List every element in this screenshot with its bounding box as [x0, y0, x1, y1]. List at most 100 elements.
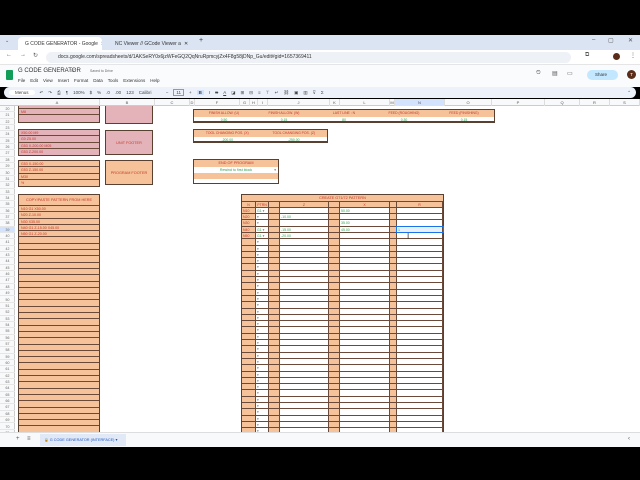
tab-search-icon[interactable]: ⌄ — [5, 38, 9, 44]
ptrn-dropdown[interactable]: ▾ — [256, 283, 269, 289]
r-cell[interactable] — [397, 270, 443, 277]
star-icon[interactable]: ☆ — [70, 67, 75, 74]
column-header-g[interactable]: G — [240, 99, 250, 106]
r-cell[interactable] — [397, 220, 443, 226]
z-cell[interactable] — [280, 377, 329, 384]
x-cell[interactable] — [340, 283, 390, 289]
r-cell[interactable] — [397, 403, 443, 409]
z-cell[interactable] — [280, 358, 329, 365]
x-cell[interactable] — [340, 239, 390, 245]
ptrn-dropdown[interactable]: ▾ — [256, 371, 269, 377]
z-cell[interactable] — [280, 352, 329, 358]
all-sheets-icon[interactable]: ≡ — [27, 436, 31, 442]
x-cell[interactable] — [340, 403, 390, 409]
r-cell[interactable] — [397, 295, 443, 302]
r-cell[interactable] — [397, 214, 443, 220]
browser-tab-sheets[interactable]: G CODE GENERATOR - Google✕ — [18, 37, 102, 50]
cell[interactable] — [19, 115, 99, 121]
r-cell[interactable] — [397, 302, 443, 308]
r-cell[interactable] — [397, 396, 443, 402]
z-cell[interactable] — [280, 220, 329, 226]
menu-help[interactable]: Help — [150, 78, 159, 83]
z-cell[interactable]: -10.00 — [280, 214, 329, 220]
menu-insert[interactable]: Insert — [58, 78, 69, 83]
x-cell[interactable] — [340, 384, 390, 390]
x-cell[interactable] — [340, 258, 390, 264]
menu-view[interactable]: View — [43, 78, 53, 83]
ptrn-dropdown[interactable]: ▾ — [256, 277, 269, 283]
z-cell[interactable]: -20.00 — [280, 232, 329, 239]
ptrn-dropdown[interactable]: ▾ — [256, 295, 269, 302]
ptrn-dropdown[interactable]: ▾ — [256, 220, 269, 226]
font-select[interactable]: Calibri — [139, 90, 161, 95]
borders-icon[interactable]: ⊞ — [240, 90, 244, 96]
x-cell[interactable] — [340, 270, 390, 277]
column-header-c[interactable]: C — [155, 99, 190, 106]
ptrn-dropdown[interactable]: ▾ — [256, 409, 269, 415]
x-cell[interactable] — [340, 340, 390, 346]
font-size-input[interactable]: 11 — [173, 89, 185, 96]
x-cell[interactable] — [340, 214, 390, 220]
r-cell[interactable] — [397, 283, 443, 289]
x-cell[interactable]: 35.00 — [340, 220, 390, 226]
ptrn-dropdown[interactable]: ▾ — [256, 264, 269, 270]
text-color-button[interactable]: A — [223, 90, 226, 95]
x-cell[interactable] — [340, 308, 390, 314]
chart-icon[interactable]: ▥ — [303, 90, 307, 96]
align-icon[interactable]: ≡ — [258, 90, 261, 95]
ptrn-dropdown[interactable]: ▾ — [256, 403, 269, 409]
collapse-toolbar-icon[interactable]: ⌃ — [627, 90, 631, 96]
x-cell[interactable] — [340, 352, 390, 358]
z-cell[interactable] — [280, 314, 329, 321]
x-cell[interactable] — [340, 365, 390, 371]
fill-color-icon[interactable]: ◪ — [231, 90, 235, 96]
param-value[interactable]: -250.00 — [261, 137, 328, 143]
r-cell[interactable] — [397, 232, 443, 239]
x-cell[interactable] — [340, 251, 390, 258]
ptrn-dropdown[interactable]: ▾ — [256, 377, 269, 384]
param-value[interactable]: 80 — [314, 117, 374, 123]
column-header-k[interactable]: K — [330, 99, 340, 106]
forward-icon[interactable]: → — [20, 52, 26, 58]
r-cell[interactable] — [397, 333, 443, 340]
r-cell[interactable] — [397, 207, 443, 214]
x-cell[interactable] — [340, 289, 390, 295]
x-cell[interactable] — [340, 377, 390, 384]
r-cell[interactable] — [397, 258, 443, 264]
z-cell[interactable] — [280, 421, 329, 428]
param-value[interactable]: 0.30 — [374, 117, 434, 123]
column-header-a[interactable]: A — [15, 99, 100, 106]
ptrn-dropdown[interactable]: ▾ — [256, 346, 269, 352]
print-icon[interactable]: ⎙ — [57, 90, 61, 95]
z-cell[interactable] — [280, 365, 329, 371]
z-cell[interactable] — [280, 270, 329, 277]
minimize-icon[interactable]: – — [592, 37, 595, 43]
cell[interactable]: % — [19, 180, 99, 186]
r-cell[interactable] — [397, 245, 443, 251]
r-cell[interactable] — [397, 327, 443, 333]
ptrn-dropdown[interactable]: ▾ — [256, 358, 269, 365]
extensions-icon[interactable]: ⧉ — [585, 52, 589, 59]
add-sheet-icon[interactable]: + — [16, 436, 20, 442]
r-cell[interactable] — [397, 365, 443, 371]
ptrn-dropdown[interactable]: ▾ — [256, 421, 269, 428]
browser-tab-ncviewer[interactable]: NC Viewer // GCode Viewer a ✕ — [108, 37, 192, 50]
r-cell[interactable] — [397, 264, 443, 270]
x-cell[interactable] — [340, 358, 390, 365]
x-cell[interactable] — [340, 295, 390, 302]
ptrn-dropdown[interactable]: ▾ — [256, 302, 269, 308]
zoom-select[interactable]: 100% — [73, 90, 85, 95]
param-value[interactable]: 0.50 — [194, 117, 254, 123]
r-cell[interactable]: 1 — [396, 225, 444, 234]
sheets-logo[interactable] — [6, 70, 13, 80]
z-cell[interactable] — [280, 239, 329, 245]
z-cell[interactable] — [280, 264, 329, 270]
x-cell[interactable] — [340, 327, 390, 333]
z-cell[interactable] — [280, 283, 329, 289]
z-cell[interactable] — [280, 207, 329, 214]
ptrn-dropdown[interactable]: ▾ — [256, 333, 269, 340]
close-icon[interactable]: ✕ — [184, 41, 188, 47]
ptrn-dropdown[interactable]: G1 ▾ — [256, 207, 269, 214]
param-value[interactable]: 0.15 — [254, 117, 314, 123]
close-icon[interactable]: ✕ — [101, 41, 102, 47]
